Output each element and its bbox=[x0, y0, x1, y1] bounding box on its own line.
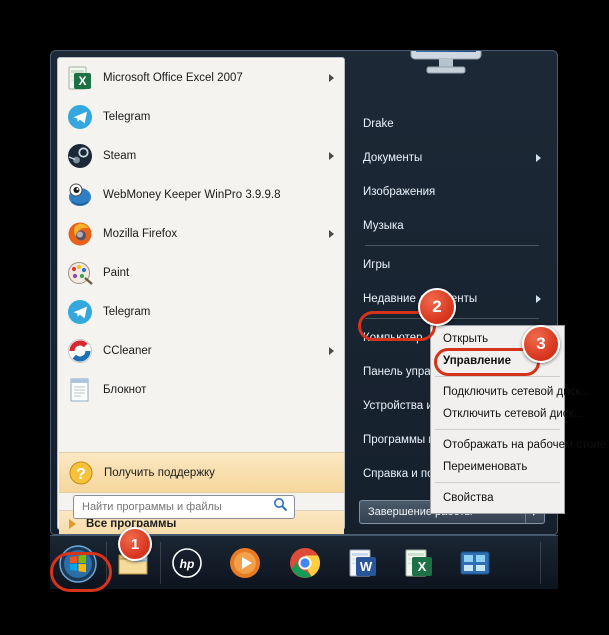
context-item-label: Отключить сетевой диск... bbox=[443, 408, 584, 420]
user-picture bbox=[403, 51, 489, 89]
submenu-arrow-icon bbox=[329, 151, 334, 160]
annotation-badge-3: 3 bbox=[522, 325, 560, 363]
search-box[interactable] bbox=[73, 495, 295, 519]
annotation-badge-label: 2 bbox=[432, 297, 442, 316]
context-item-label: Открыть bbox=[443, 333, 489, 345]
right-item-label: Документы bbox=[363, 152, 423, 164]
taskbar-divider bbox=[540, 542, 541, 584]
program-item-label: WebMoney Keeper WinPro 3.9.9.8 bbox=[103, 188, 281, 201]
taskbar-divider bbox=[160, 542, 161, 584]
annotation-badge-label: 1 bbox=[130, 535, 140, 553]
telegram-icon bbox=[66, 298, 94, 326]
right-item-music[interactable]: Музыка bbox=[351, 209, 553, 243]
divider bbox=[435, 429, 560, 430]
taskbar-word[interactable]: W bbox=[346, 546, 380, 580]
program-item-ccleaner[interactable]: CCleaner bbox=[58, 331, 344, 370]
svg-text:W: W bbox=[360, 559, 373, 574]
svg-text:hp: hp bbox=[180, 557, 195, 571]
notepad-icon bbox=[66, 376, 94, 404]
program-item-telegram-1[interactable]: Telegram bbox=[58, 97, 344, 136]
svg-text:X: X bbox=[418, 559, 427, 574]
steam-icon bbox=[66, 142, 94, 170]
screenshot-root: X Microsoft Office Excel 2007 Telegram S… bbox=[0, 0, 609, 635]
context-item-label: Отображать на рабочем столе bbox=[443, 439, 607, 451]
program-item-label: Microsoft Office Excel 2007 bbox=[103, 71, 243, 84]
right-item-documents[interactable]: Документы bbox=[351, 141, 553, 175]
program-list: X Microsoft Office Excel 2007 Telegram S… bbox=[58, 58, 344, 452]
program-item-webmoney[interactable]: WebMoney Keeper WinPro 3.9.9.8 bbox=[58, 175, 344, 214]
program-item-label: Telegram bbox=[103, 110, 151, 123]
right-item-drake[interactable]: Drake bbox=[351, 107, 553, 141]
firefox-icon bbox=[66, 220, 94, 248]
context-item-properties[interactable]: Свойства bbox=[431, 487, 564, 509]
start-menu-left-pane: X Microsoft Office Excel 2007 Telegram S… bbox=[57, 57, 345, 534]
right-item-label: Изображения bbox=[363, 186, 436, 198]
program-item-steam[interactable]: Steam bbox=[58, 136, 344, 175]
taskbar-excel[interactable]: X bbox=[402, 546, 436, 580]
submenu-arrow-icon bbox=[536, 295, 541, 303]
program-item-excel[interactable]: X Microsoft Office Excel 2007 bbox=[58, 58, 344, 97]
program-item-label: Steam bbox=[103, 149, 137, 162]
context-item-map-network-drive[interactable]: Подключить сетевой диск... bbox=[431, 381, 590, 403]
get-support-item[interactable]: ? Получить поддержку bbox=[59, 452, 344, 493]
annotation-badge-2: 2 bbox=[418, 288, 456, 326]
annotation-outline-start-orb bbox=[50, 552, 112, 592]
context-item-rename[interactable]: Переименовать bbox=[431, 456, 564, 478]
annotation-badge-label: 3 bbox=[536, 334, 546, 353]
paint-icon bbox=[66, 259, 94, 287]
submenu-arrow-icon bbox=[329, 73, 334, 82]
taskbar-control-panel[interactable] bbox=[458, 546, 492, 580]
program-item-label: Paint bbox=[103, 266, 130, 279]
context-item-show-on-desktop[interactable]: Отображать на рабочем столе bbox=[431, 434, 606, 456]
get-support-label: Получить поддержку bbox=[104, 466, 215, 479]
context-item-label: Переименовать bbox=[443, 461, 528, 473]
submenu-arrow-icon bbox=[536, 154, 541, 162]
program-item-label: Mozilla Firefox bbox=[103, 227, 178, 240]
webmoney-icon bbox=[66, 181, 94, 209]
program-item-label: Telegram bbox=[103, 305, 151, 318]
excel-icon: X bbox=[66, 64, 94, 92]
program-item-label: CCleaner bbox=[103, 344, 152, 357]
context-item-label: Свойства bbox=[443, 492, 494, 504]
telegram-icon bbox=[66, 103, 94, 131]
right-item-pictures[interactable]: Изображения bbox=[351, 175, 553, 209]
taskbar-hp[interactable]: hp bbox=[170, 546, 204, 580]
program-item-firefox[interactable]: Mozilla Firefox bbox=[58, 214, 344, 253]
submenu-arrow-icon bbox=[329, 346, 334, 355]
taskbar-chrome[interactable] bbox=[288, 546, 322, 580]
divider bbox=[435, 482, 560, 483]
program-item-label: Блокнот bbox=[103, 383, 147, 396]
right-item-label: Игры bbox=[363, 259, 391, 271]
divider bbox=[365, 245, 539, 246]
right-item-label: Музыка bbox=[363, 220, 404, 232]
search-input[interactable] bbox=[80, 500, 273, 514]
taskbar-media-player[interactable] bbox=[228, 546, 262, 580]
annotation-badge-1: 1 bbox=[118, 527, 152, 561]
svg-text:X: X bbox=[78, 74, 86, 88]
search-icon[interactable] bbox=[273, 497, 288, 517]
svg-text:?: ? bbox=[76, 466, 86, 483]
program-item-telegram-2[interactable]: Telegram bbox=[58, 292, 344, 331]
ccleaner-icon bbox=[66, 337, 94, 365]
green-triangle-icon bbox=[69, 519, 76, 529]
divider bbox=[435, 376, 560, 377]
context-item-label: Подключить сетевой диск... bbox=[443, 386, 591, 398]
context-item-disconnect-network-drive[interactable]: Отключить сетевой диск... bbox=[431, 403, 583, 425]
help-question-icon: ? bbox=[67, 459, 95, 487]
right-item-label: Drake bbox=[363, 118, 394, 130]
right-item-games[interactable]: Игры bbox=[351, 248, 553, 282]
program-item-notepad[interactable]: Блокнот bbox=[58, 370, 344, 409]
submenu-arrow-icon bbox=[329, 229, 334, 238]
program-item-paint[interactable]: Paint bbox=[58, 253, 344, 292]
